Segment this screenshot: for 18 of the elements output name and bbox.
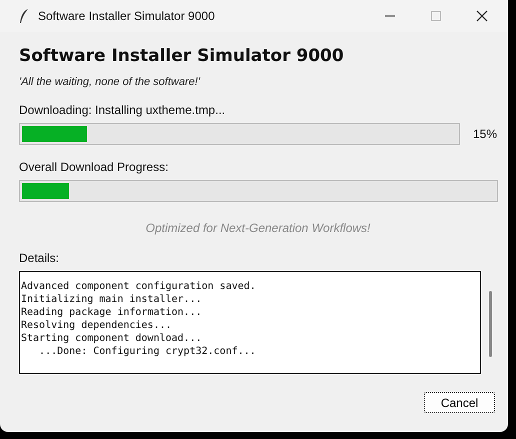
- window-title: Software Installer Simulator 9000: [38, 9, 215, 23]
- scrollbar-thumb[interactable]: [489, 291, 492, 357]
- slogan-text: Optimized for Next-Generation Workflows!: [144, 221, 372, 235]
- tagline: 'All the waiting, none of the software!': [19, 76, 202, 88]
- log-line: Resolving dependencies...: [21, 319, 173, 332]
- app-heading: Software Installer Simulator 9000: [19, 46, 345, 66]
- feather-icon: [19, 8, 29, 24]
- download-status-label: Downloading: Installing uxtheme.tmp...: [19, 103, 226, 117]
- overall-progress-label: Overall Download Progress:: [19, 160, 170, 174]
- log-line: Initializing main installer...: [21, 293, 203, 306]
- log-line: ...Done: Configuring crypt32.conf...: [38, 345, 257, 358]
- cancel-button[interactable]: Cancel: [424, 392, 495, 413]
- log-line: Starting component download...: [21, 332, 203, 345]
- percent-text: 15%: [472, 127, 497, 141]
- log-line: Advanced component configuration saved.: [21, 280, 257, 293]
- log-line: Reading package information...: [21, 306, 203, 319]
- close-icon[interactable]: [476, 10, 488, 22]
- details-label: Details:: [19, 251, 60, 265]
